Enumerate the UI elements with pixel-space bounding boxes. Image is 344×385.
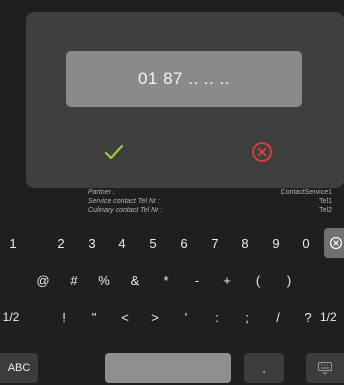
- info-row-culinary: Culinary contact Tel Nr : Tel2: [88, 206, 334, 215]
- keyboard-row-bottom: ABC .: [0, 353, 344, 383]
- contact-info: Partner : ContactService1 Service contac…: [88, 188, 334, 221]
- number-entry-dialog: 01 87 .. .. ..: [26, 12, 344, 188]
- period-key[interactable]: .: [244, 353, 284, 383]
- key-minus[interactable]: -: [185, 265, 209, 295]
- checkmark-icon: [104, 144, 124, 160]
- key-3[interactable]: 3: [80, 228, 104, 258]
- info-row-partner: Partner : ContactService1: [88, 188, 334, 197]
- hide-keyboard-key[interactable]: [306, 353, 344, 383]
- key-greater-than[interactable]: >: [143, 302, 167, 332]
- key-double-quote[interactable]: ": [82, 302, 106, 332]
- info-row-service: Service contact Tel Nr : Tel1: [88, 197, 334, 206]
- key-at[interactable]: @: [31, 265, 55, 295]
- key-less-than[interactable]: <: [113, 302, 137, 332]
- key-question[interactable]: ?: [296, 302, 320, 332]
- key-0[interactable]: 0: [294, 228, 318, 258]
- keyboard-row-punctuation: 1/2 ! " < > ' : ; / ? 1/2: [0, 302, 344, 332]
- circle-x-icon: [252, 142, 272, 162]
- keyboard-hide-icon: [318, 362, 332, 375]
- key-6[interactable]: 6: [172, 228, 196, 258]
- info-value: Tel1: [319, 198, 332, 205]
- backspace-icon: [329, 236, 342, 250]
- confirm-button[interactable]: [94, 136, 134, 168]
- key-colon[interactable]: :: [205, 302, 229, 332]
- key-4[interactable]: 4: [110, 228, 134, 258]
- key-ampersand[interactable]: &: [123, 265, 147, 295]
- key-half-left[interactable]: 1/2: [0, 302, 22, 332]
- key-half-right[interactable]: 1/2: [320, 302, 344, 332]
- key-close-paren[interactable]: ): [277, 265, 301, 295]
- key-plus[interactable]: +: [215, 265, 239, 295]
- info-label: Partner :: [88, 189, 115, 196]
- cancel-button[interactable]: [242, 136, 282, 168]
- key-semicolon[interactable]: ;: [235, 302, 259, 332]
- info-value: Tel2: [319, 207, 332, 214]
- key-8[interactable]: 8: [233, 228, 257, 258]
- key-open-paren[interactable]: (: [246, 265, 270, 295]
- on-screen-keyboard: 1 2 3 4 5 6 7 8 9 0 @ # % & * - + ( ) 1/…: [0, 221, 344, 385]
- key-slash[interactable]: /: [266, 302, 290, 332]
- key-apostrophe[interactable]: ': [174, 302, 198, 332]
- abc-key[interactable]: ABC: [0, 353, 38, 383]
- number-value: 01 87 .. .. ..: [137, 69, 231, 88]
- key-2[interactable]: 2: [49, 228, 73, 258]
- key-5[interactable]: 5: [141, 228, 165, 258]
- key-1[interactable]: 1: [1, 228, 25, 258]
- number-display-field[interactable]: 01 87 .. .. ..: [66, 51, 302, 107]
- key-percent[interactable]: %: [92, 265, 116, 295]
- space-key[interactable]: [105, 353, 231, 383]
- backspace-key[interactable]: [324, 228, 344, 258]
- key-exclamation[interactable]: !: [52, 302, 76, 332]
- keyboard-row-symbols: @ # % & * - + ( ): [0, 265, 344, 295]
- info-label: Culinary contact Tel Nr :: [88, 207, 163, 214]
- info-value: ContactService1: [280, 189, 332, 196]
- key-hash[interactable]: #: [62, 265, 86, 295]
- key-7[interactable]: 7: [203, 228, 227, 258]
- keyboard-row-digits: 1 2 3 4 5 6 7 8 9 0: [0, 228, 344, 258]
- key-asterisk[interactable]: *: [154, 265, 178, 295]
- key-9[interactable]: 9: [264, 228, 288, 258]
- info-label: Service contact Tel Nr :: [88, 198, 161, 205]
